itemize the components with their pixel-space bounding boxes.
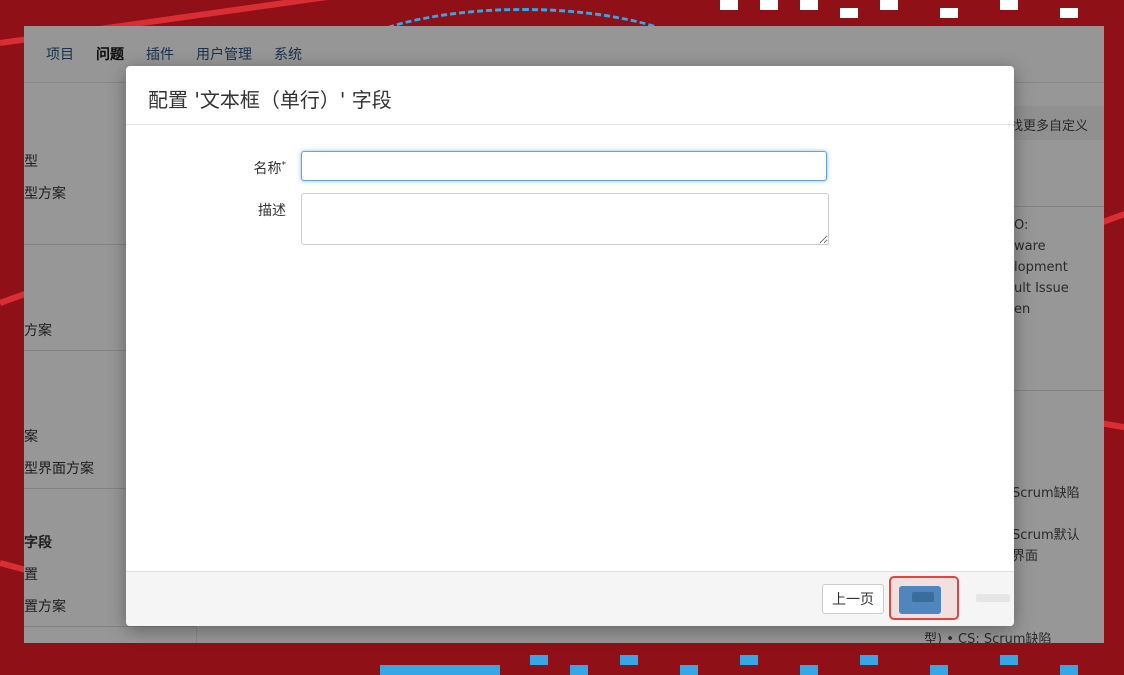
name-input[interactable] (301, 151, 827, 181)
name-label: 名称* (226, 158, 287, 178)
dialog-header: 配置 '文本框（单行）' 字段 (126, 66, 1014, 125)
description-textarea[interactable] (301, 193, 829, 245)
dialog-title: 配置 '文本框（单行）' 字段 (148, 88, 392, 112)
dialog-footer: 上一页 (126, 571, 1014, 626)
required-marker: * (281, 160, 287, 171)
name-label-text: 名称 (253, 161, 282, 177)
previous-button[interactable]: 上一页 (822, 584, 884, 614)
next-button-highlight (889, 576, 959, 620)
configure-field-dialog: 配置 '文本框（单行）' 字段 名称* 描述 上一页 (126, 66, 1014, 626)
blurred-next-icon (912, 592, 934, 602)
description-label: 描述 (258, 203, 286, 219)
blurred-cancel-link[interactable] (976, 594, 1010, 602)
